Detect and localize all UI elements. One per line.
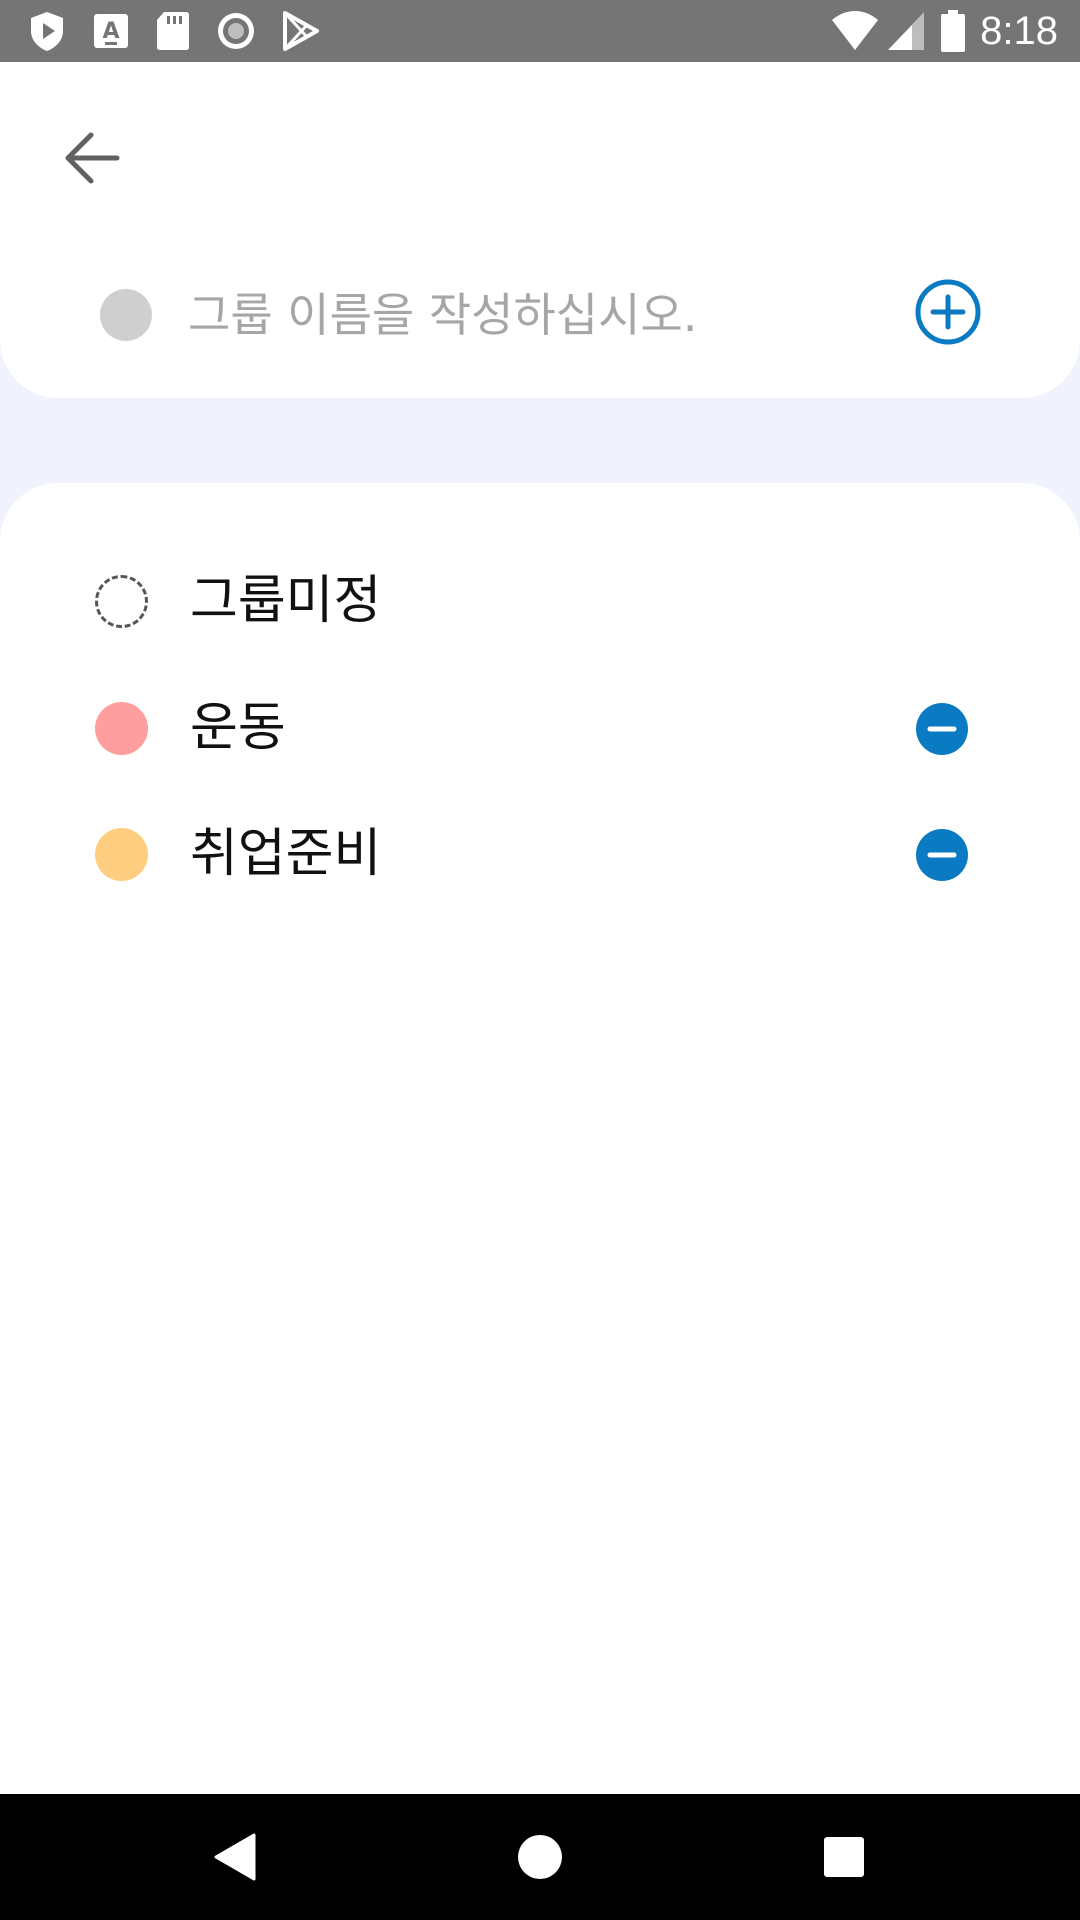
new-group-card [0, 62, 1080, 398]
group-color-dot [95, 828, 148, 881]
svg-text:A: A [102, 19, 119, 44]
group-label: 운동 [190, 698, 286, 758]
status-bar: A 8:18 [0, 0, 1080, 62]
navigation-bar [0, 1794, 1080, 1920]
record-icon [218, 13, 254, 49]
plus-circle-icon[interactable] [914, 278, 982, 346]
recents-square-icon[interactable] [816, 1829, 872, 1885]
list-item[interactable]: 그룹미정 [0, 545, 1080, 655]
back-button[interactable] [52, 118, 132, 198]
list-item[interactable]: 취업준비 [0, 798, 1080, 908]
wifi-icon [832, 11, 878, 50]
group-color-picker[interactable] [100, 289, 152, 341]
minus-circle-icon[interactable] [915, 828, 969, 882]
screen: A 8:18 그룹 이름을 작성하십시오. 그룹미정 운동 취업준비 [0, 0, 1080, 1920]
group-list: 그룹미정 운동 취업준비 [0, 483, 1080, 1794]
group-label: 그룹미정 [190, 571, 382, 631]
minus-circle-icon[interactable] [915, 702, 969, 756]
group-color-dot [95, 702, 148, 755]
shield-play-icon [31, 12, 63, 51]
list-item[interactable]: 운동 [0, 672, 1080, 782]
dashed-circle-icon [95, 575, 148, 628]
sd-card-icon [157, 12, 189, 50]
play-store-icon [283, 11, 319, 51]
battery-icon [941, 10, 965, 52]
font-icon: A [94, 14, 128, 48]
signal-icon [888, 12, 924, 50]
arrow-left-icon [65, 132, 120, 184]
group-label: 취업준비 [190, 824, 382, 884]
group-name-input[interactable] [188, 280, 888, 350]
home-circle-icon[interactable] [512, 1829, 568, 1885]
back-triangle-icon[interactable] [208, 1829, 264, 1885]
clock: 8:18 [980, 9, 1058, 53]
